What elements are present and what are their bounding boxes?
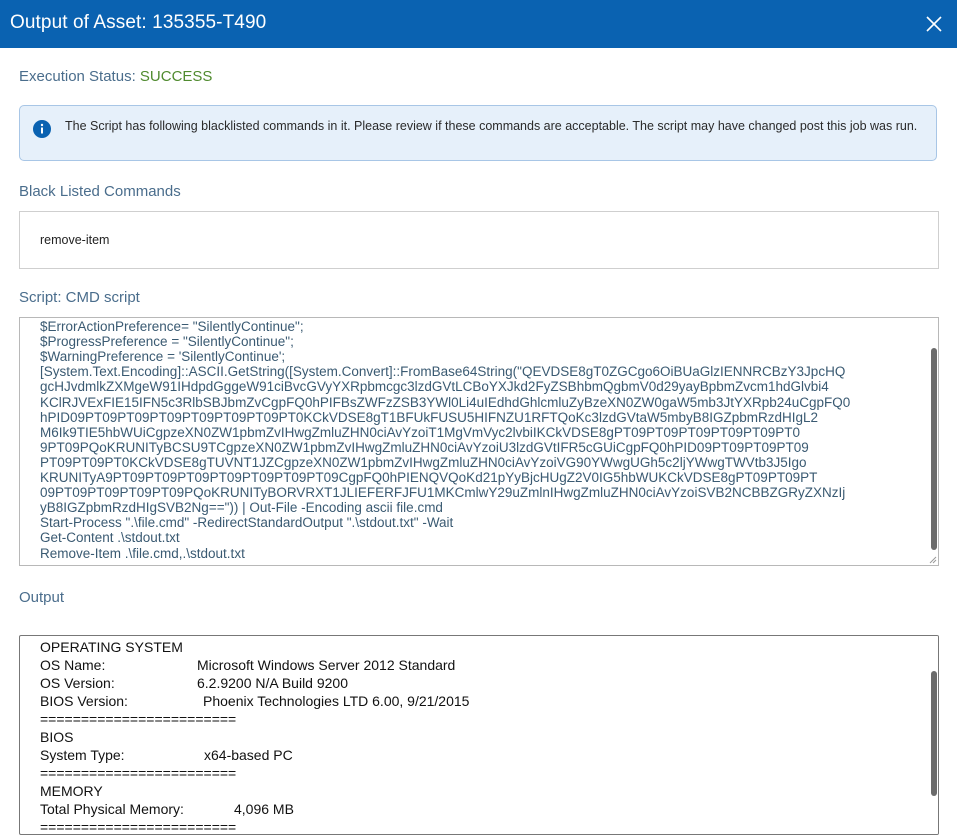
output-line-key: ======================== xyxy=(40,765,237,781)
close-icon[interactable] xyxy=(925,15,943,33)
output-line-key: Total Physical Memory: xyxy=(40,801,184,817)
script-line: $ErrorActionPreference= "SilentlyContinu… xyxy=(40,319,304,334)
output-line-value: Phoenix Technologies LTD 6.00, 9/21/2015 xyxy=(203,693,470,709)
output-box[interactable]: OPERATING SYSTEM OS Name: Microsoft Window… xyxy=(19,635,939,835)
execution-status-value: SUCCESS xyxy=(139,68,213,85)
output-line-key: OPERATING SYSTEM xyxy=(40,639,183,655)
script-scroll-thumb[interactable] xyxy=(931,348,937,550)
output-line-value: Microsoft Windows Server 2012 Standard xyxy=(197,657,456,673)
output-line-key: System Type: xyxy=(40,747,125,763)
script-line: KRUNITyA9PT09PT09PT09PT09PT09PT09PT09Cgp… xyxy=(40,470,818,485)
execution-status: Execution Status: SUCCESS xyxy=(19,68,212,85)
output-line-value: 4,096 MB xyxy=(234,801,294,817)
output-line-value: x64-based PC xyxy=(204,747,293,763)
output-line-key: MEMORY xyxy=(40,783,103,799)
output-line-key: BIOS Version: xyxy=(40,693,128,709)
script-line: Get-Content .\stdout.txt xyxy=(40,530,180,546)
modal-header: Output of Asset: 135355-T490 xyxy=(0,0,957,48)
banner-message: The Script has following blacklisted com… xyxy=(65,119,918,133)
output-label: Output xyxy=(19,589,65,606)
blacklist-warning-banner: The Script has following blacklisted com… xyxy=(19,105,937,161)
blacklisted-commands-box: remove-item xyxy=(19,211,939,269)
blacklisted-commands-label: Black Listed Commands xyxy=(19,183,181,200)
output-scroll-thumb[interactable] xyxy=(931,671,937,796)
output-line-key: ======================== xyxy=(40,819,237,835)
output-line-key: ======================== xyxy=(40,711,237,727)
modal-title: Output of Asset: 135355-T490 xyxy=(10,12,267,33)
script-line: yB8IGZpbmRzdHIgSVB2Ng==")) | Out-File -E… xyxy=(40,500,443,516)
output-line-value: 6.2.9200 N/A Build 9200 xyxy=(197,675,349,691)
script-line: 9PT09PQoKRUNITyBCSU9TCgpzeXN0ZW1pbmZvIHw… xyxy=(40,439,809,455)
output-line-key: OS Name: xyxy=(40,657,106,673)
script-line: [System.Text.Encoding]::ASCII.GetString(… xyxy=(40,364,846,380)
script-line: M6Ik9TIE5hbWUiCgpzeXN0ZW1pbmZvIHwgZmluZH… xyxy=(40,424,801,440)
output-line-key: BIOS xyxy=(40,729,74,745)
output-scrollbar[interactable] xyxy=(929,636,938,834)
script-line: hPID09PT09PT09PT09PT09PT09PT09PT0KCkVDSE… xyxy=(40,409,819,425)
output-line-key: OS Version: xyxy=(40,675,115,691)
blacklisted-command-item: remove-item xyxy=(40,233,110,247)
script-scrollbar[interactable] xyxy=(929,318,938,565)
script-line: gcHJvdmlkZXMgeW91IHdpdGggeW91ciBvcGVyYXR… xyxy=(40,379,829,395)
script-line: PT09PT09PT0KCkVDSE8gTUVNT1JZCgpzeXN0ZW1p… xyxy=(40,454,807,470)
info-icon xyxy=(33,120,51,138)
script-line: Remove-Item .\file.cmd,.\stdout.txt xyxy=(40,545,245,561)
script-line: $WarningPreference = 'SilentlyContinue'; xyxy=(40,349,286,365)
script-textarea[interactable]: $ErrorActionPreference= "SilentlyContinu… xyxy=(19,317,939,566)
execution-status-label: Execution Status: xyxy=(19,68,136,85)
script-label: Script: CMD script xyxy=(19,289,140,306)
script-line: 09PT09PT09PT09PT09PQoKRUNITyBORVRXT1JLIE… xyxy=(40,485,846,501)
script-line: Start-Process ".\file.cmd" -RedirectStan… xyxy=(40,515,454,531)
script-line: KClRJVExFIE15IFN5c3RlbSBJbmZvCgpFQ0hPIFB… xyxy=(40,394,851,410)
resize-grip-icon[interactable] xyxy=(929,556,937,564)
script-line: $ProgressPreference = "SilentlyContinue"… xyxy=(40,334,294,350)
